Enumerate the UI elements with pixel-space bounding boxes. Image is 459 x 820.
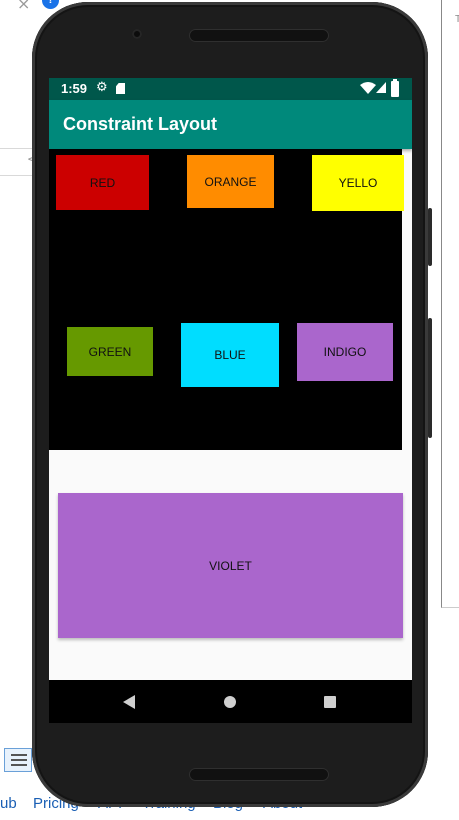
indigo-label: INDIGO bbox=[323, 345, 367, 359]
indigo-box[interactable]: INDIGO bbox=[297, 323, 393, 381]
navigation-bar bbox=[49, 680, 412, 723]
red-label: RED bbox=[89, 175, 116, 190]
sd-card-icon bbox=[116, 83, 125, 94]
blue-label: BLUE bbox=[214, 348, 246, 362]
red-box[interactable]: RED bbox=[56, 155, 149, 210]
close-icon[interactable]: × bbox=[17, 0, 30, 13]
earpiece-speaker bbox=[189, 29, 329, 42]
device-screen: 1:59 ⚙ Constraint Layout RED ORANGE YELL… bbox=[49, 78, 412, 723]
violet-label: VIOLET bbox=[209, 558, 252, 573]
background-right-panel bbox=[441, 0, 459, 608]
wifi-icon bbox=[360, 82, 376, 94]
front-camera bbox=[132, 29, 142, 39]
bottom-speaker bbox=[189, 768, 329, 781]
footer-link[interactable]: ub bbox=[0, 795, 17, 812]
back-icon[interactable] bbox=[123, 695, 135, 709]
gear-icon: ⚙ bbox=[96, 80, 108, 95]
info-icon[interactable]: ! bbox=[42, 0, 59, 9]
volume-button[interactable] bbox=[428, 208, 432, 266]
status-bar: 1:59 ⚙ bbox=[49, 78, 412, 100]
power-button[interactable] bbox=[428, 318, 432, 438]
orange-label: ORANGE bbox=[204, 174, 257, 189]
recents-icon[interactable] bbox=[324, 696, 336, 708]
home-icon[interactable] bbox=[224, 696, 236, 708]
green-box[interactable]: GREEN bbox=[67, 327, 153, 376]
background-right-text: T bbox=[455, 14, 459, 25]
violet-box[interactable]: VIOLET bbox=[58, 493, 403, 638]
status-time: 1:59 bbox=[61, 81, 88, 96]
blue-box[interactable]: BLUE bbox=[181, 323, 279, 387]
signal-icon bbox=[376, 82, 386, 93]
app-title: Constraint Layout bbox=[63, 114, 218, 134]
yellow-label: YELLO bbox=[338, 176, 378, 190]
list-view-icon[interactable] bbox=[4, 748, 32, 772]
battery-icon bbox=[391, 79, 399, 97]
app-bar: Constraint Layout bbox=[49, 100, 412, 149]
orange-box[interactable]: ORANGE bbox=[187, 155, 274, 208]
green-label: GREEN bbox=[88, 344, 132, 359]
yellow-box[interactable]: YELLO bbox=[312, 155, 404, 211]
